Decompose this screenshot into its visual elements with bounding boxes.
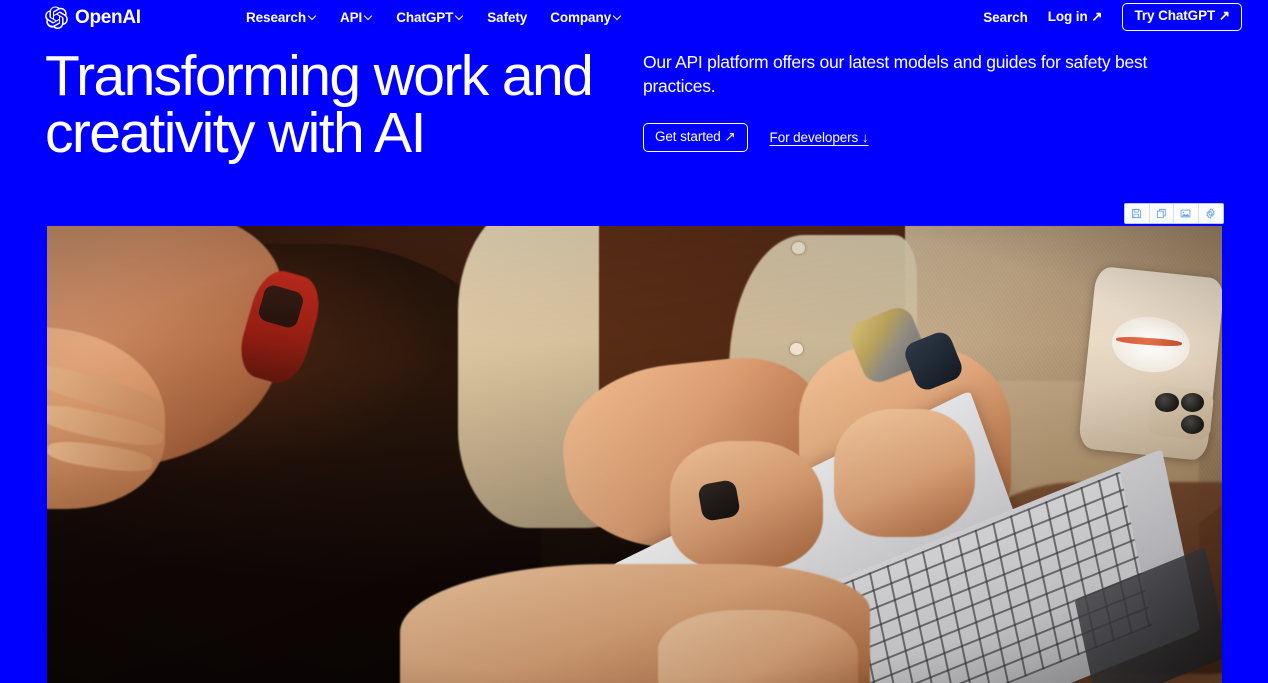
chevron-down-icon [365, 12, 373, 20]
image-icon[interactable] [1174, 204, 1199, 223]
brand-name: OpenAI [75, 6, 141, 28]
page-title: Transforming work and creativity with AI [45, 44, 594, 165]
nav-item-chatgpt-label: ChatGPT [396, 9, 454, 25]
nav-item-api[interactable]: API [340, 10, 373, 25]
openai-homepage: OpenAI Research API ChatGPT Safety Compa… [0, 0, 1268, 683]
nav-item-safety-label: Safety [487, 9, 528, 25]
nav-actions: Search Log in ↗ Try ChatGPT ↗ [983, 3, 1242, 31]
center-hand [669, 440, 823, 569]
primary-nav: Research API ChatGPT Safety Company [246, 10, 622, 25]
get-started-button[interactable]: Get started ↗ [643, 122, 748, 153]
chevron-down-icon [456, 12, 464, 20]
hero-image-scene [47, 226, 1222, 683]
foreground-hand [658, 609, 858, 683]
save-icon[interactable] [1125, 204, 1150, 223]
nav-item-safety[interactable]: Safety [487, 10, 527, 25]
login-link[interactable]: Log in ↗ [1048, 9, 1103, 25]
hero-copy-column: Our API platform offers our latest model… [643, 51, 1223, 153]
copy-icon[interactable] [1149, 204, 1174, 223]
chevron-down-icon [309, 12, 317, 20]
hero-image [47, 226, 1222, 683]
hero-section: Transforming work and creativity with AI… [0, 42, 1268, 202]
brand-logo-link[interactable]: OpenAI [45, 5, 141, 29]
nav-item-company-label: Company [550, 9, 612, 25]
for-developers-link[interactable]: For developers ↓ [770, 130, 869, 145]
nav-item-chatgpt[interactable]: ChatGPT [396, 10, 464, 25]
image-toolbar[interactable] [1124, 203, 1224, 224]
openai-blossom-icon [45, 5, 68, 29]
camera-lens [1155, 393, 1179, 413]
hero-cta-row: Get started ↗ For developers ↓ [643, 122, 1223, 153]
settings-gear-icon[interactable] [1198, 204, 1223, 223]
shirt-button [789, 342, 803, 355]
top-navbar: OpenAI Research API ChatGPT Safety Compa… [0, 0, 1268, 34]
nav-item-api-label: API [340, 9, 363, 25]
search-button[interactable]: Search [983, 10, 1028, 25]
nav-item-research[interactable]: Research [246, 10, 317, 25]
phone-camera-module [1146, 385, 1216, 442]
hero-subcopy: Our API platform offers our latest model… [643, 52, 1148, 96]
finger-ring [697, 478, 741, 522]
try-chatgpt-button[interactable]: Try ChatGPT ↗ [1122, 3, 1242, 31]
nav-item-research-label: Research [246, 9, 306, 25]
right-hand [834, 408, 976, 537]
chevron-down-icon [614, 12, 622, 20]
nav-item-company[interactable]: Company [550, 10, 622, 25]
